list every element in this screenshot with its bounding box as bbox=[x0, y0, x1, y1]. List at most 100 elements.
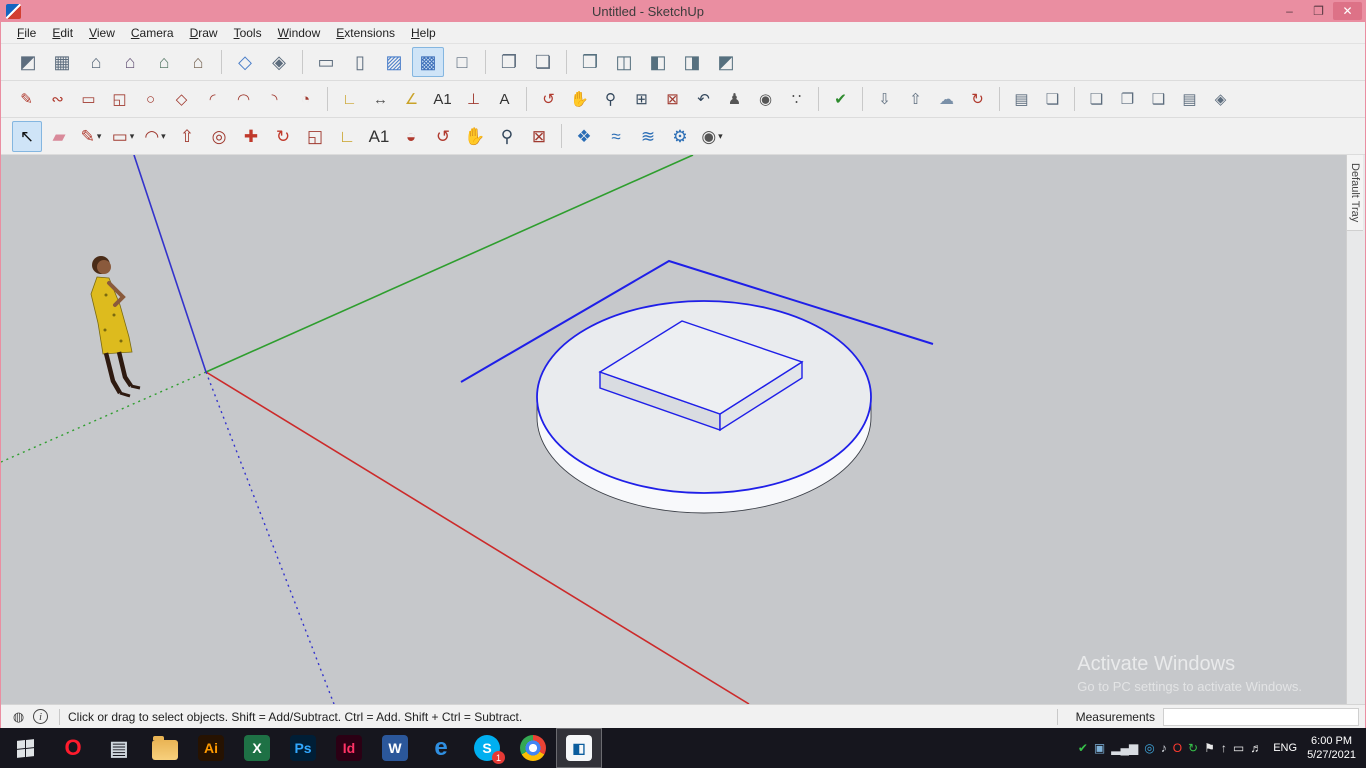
account-avatar-icon[interactable]: ◉▾ bbox=[697, 121, 727, 152]
geolocation-icon[interactable]: ◍ bbox=[10, 708, 27, 725]
line-tool-icon[interactable]: ✎▾ bbox=[76, 121, 106, 152]
styles-panel-icon[interactable]: ❑ bbox=[1144, 85, 1173, 113]
orbit-tool-icon[interactable]: ↺ bbox=[534, 85, 563, 113]
zoom-tool-icon[interactable]: ⚲ bbox=[596, 85, 625, 113]
menu-file[interactable]: File bbox=[9, 23, 44, 43]
view-iso-icon[interactable]: ◩ bbox=[12, 47, 44, 77]
titlebar[interactable]: Untitled - SketchUp – ❐ ✕ bbox=[1, 0, 1365, 22]
extension-manager-icon[interactable]: ⚙ bbox=[665, 121, 695, 152]
circle-tool-icon[interactable]: ○ bbox=[136, 85, 165, 113]
menu-help[interactable]: Help bbox=[403, 23, 444, 43]
menu-draw[interactable]: Draw bbox=[182, 23, 226, 43]
taskbar-excel[interactable]: X bbox=[234, 728, 280, 768]
zoom-extents-tool-icon[interactable]: ⊠ bbox=[524, 121, 554, 152]
3d-viewport[interactable]: Activate Windows Go to PC settings to ac… bbox=[1, 155, 1346, 704]
rotate-tool-icon[interactable]: ↻ bbox=[268, 121, 298, 152]
menu-camera[interactable]: Camera bbox=[123, 23, 182, 43]
info-icon[interactable]: i bbox=[33, 709, 48, 724]
menu-edit[interactable]: Edit bbox=[44, 23, 81, 43]
protractor-tool-icon[interactable]: ∠ bbox=[397, 85, 426, 113]
model-checkup-icon[interactable]: ✔ bbox=[826, 85, 855, 113]
polygon-tool-icon[interactable]: ◇ bbox=[167, 85, 196, 113]
solid-intersect-icon[interactable]: ◫ bbox=[608, 47, 640, 77]
push-pull-tool-icon[interactable]: ⇧ bbox=[172, 121, 202, 152]
layers-panel-icon[interactable]: ▤ bbox=[1175, 85, 1204, 113]
rotated-rectangle-tool-icon[interactable]: ◱ bbox=[105, 85, 134, 113]
measurements-input[interactable] bbox=[1163, 708, 1359, 726]
face-style-shaded-textures-icon[interactable]: ▩ bbox=[412, 47, 444, 77]
soften-edges-icon[interactable]: ≈ bbox=[601, 121, 631, 152]
zoom-extents-tool-icon[interactable]: ⊠ bbox=[658, 85, 687, 113]
tray-volume-icon[interactable]: ♬ bbox=[1250, 742, 1262, 754]
solid-union-icon[interactable]: ◧ bbox=[642, 47, 674, 77]
line-tool-icon[interactable]: ✎ bbox=[12, 85, 41, 113]
taskbar-office-app[interactable]: ▤ bbox=[96, 728, 142, 768]
view-front-icon[interactable]: ⌂ bbox=[80, 47, 112, 77]
zoom-window-tool-icon[interactable]: ⊞ bbox=[627, 85, 656, 113]
view-back-icon[interactable]: ⌂ bbox=[148, 47, 180, 77]
default-tray-tab[interactable]: Default Tray bbox=[1347, 155, 1363, 231]
components-panel-icon[interactable]: ❐ bbox=[1113, 85, 1142, 113]
taskbar-edge[interactable]: e bbox=[418, 728, 464, 768]
tray-audio-icon[interactable]: ♪ bbox=[1161, 742, 1167, 754]
select-tool-icon[interactable]: ↖ bbox=[12, 121, 42, 152]
face-style-back-edges-icon[interactable]: ◈ bbox=[263, 47, 295, 77]
minimize-button[interactable]: – bbox=[1275, 2, 1304, 20]
taskbar-illustrator[interactable]: Ai bbox=[188, 728, 234, 768]
taskbar-indesign[interactable]: Id bbox=[326, 728, 372, 768]
dimension-tool-icon[interactable]: ↔ bbox=[366, 85, 395, 113]
tray-signal-icon[interactable]: ▂▄▆ bbox=[1111, 742, 1138, 754]
smooth-edges-icon[interactable]: ≋ bbox=[633, 121, 663, 152]
3d-warehouse-icon[interactable]: ⇩ bbox=[870, 85, 899, 113]
dropdown-arrow-icon[interactable]: ▾ bbox=[161, 131, 166, 142]
eraser-tool-icon[interactable]: ▰ bbox=[44, 121, 74, 152]
taskbar-file-explorer[interactable] bbox=[142, 728, 188, 768]
materials-panel-icon[interactable]: ❏ bbox=[1082, 85, 1111, 113]
tray-sync-icon[interactable]: ↻ bbox=[1188, 742, 1198, 754]
section-cuts-toggle-icon[interactable]: ❏ bbox=[527, 47, 559, 77]
scale-figure-person[interactable] bbox=[91, 256, 140, 396]
tray-opera-icon[interactable]: O bbox=[1173, 742, 1182, 754]
zoom-previous-tool-icon[interactable]: ↶ bbox=[689, 85, 718, 113]
tray-usb-icon[interactable]: ↑ bbox=[1221, 742, 1227, 754]
rectangle-tool-icon[interactable]: ▭ bbox=[74, 85, 103, 113]
tray-flag-icon[interactable]: ⚑ bbox=[1204, 742, 1215, 754]
arc-tool-icon[interactable]: ◜ bbox=[198, 85, 227, 113]
share-model-icon[interactable]: ⇧ bbox=[901, 85, 930, 113]
restore-button[interactable]: ❐ bbox=[1304, 2, 1333, 20]
dropdown-arrow-icon[interactable]: ▾ bbox=[718, 131, 723, 142]
two-point-arc-tool-icon[interactable]: ◠ bbox=[229, 85, 258, 113]
three-point-arc-tool-icon[interactable]: ◝ bbox=[260, 85, 289, 113]
text-tool-icon[interactable]: A1 bbox=[364, 121, 394, 152]
extension-warehouse-icon[interactable]: ↻ bbox=[963, 85, 992, 113]
face-style-hidden-line-icon[interactable]: ▯ bbox=[344, 47, 376, 77]
pan-tool-icon[interactable]: ✋ bbox=[460, 121, 490, 152]
dropdown-arrow-icon[interactable]: ▾ bbox=[130, 131, 135, 142]
scale-tool-icon[interactable]: ◱ bbox=[300, 121, 330, 152]
view-left-icon[interactable]: ⌂ bbox=[182, 47, 214, 77]
solid-trim-icon[interactable]: ◩ bbox=[710, 47, 742, 77]
face-style-wireframe-icon[interactable]: ▭ bbox=[310, 47, 342, 77]
look-around-tool-icon[interactable]: ◉ bbox=[751, 85, 780, 113]
tray-antivirus-icon[interactable]: ✔ bbox=[1078, 742, 1088, 754]
taskbar-word[interactable]: W bbox=[372, 728, 418, 768]
lock-panel-icon[interactable]: ◈ bbox=[1206, 85, 1235, 113]
menu-view[interactable]: View bbox=[81, 23, 123, 43]
3d-text-tool-icon[interactable]: A bbox=[490, 85, 519, 113]
close-button[interactable]: ✕ bbox=[1333, 2, 1362, 20]
taskbar-skype[interactable]: S1 bbox=[464, 728, 510, 768]
face-style-shaded-icon[interactable]: ▨ bbox=[378, 47, 410, 77]
match-photo-icon[interactable]: ▤ bbox=[1007, 85, 1036, 113]
view-top-icon[interactable]: ▦ bbox=[46, 47, 78, 77]
text-tool-icon[interactable]: A1 bbox=[428, 85, 457, 113]
zoom-tool-icon[interactable]: ⚲ bbox=[492, 121, 522, 152]
classifier-icon[interactable]: ❖ bbox=[569, 121, 599, 152]
menu-extensions[interactable]: Extensions bbox=[328, 23, 403, 43]
taskbar-chrome[interactable] bbox=[510, 728, 556, 768]
tray-network-icon[interactable]: ▭ bbox=[1233, 742, 1244, 754]
face-style-xray-icon[interactable]: ◇ bbox=[229, 47, 261, 77]
paint-bucket-tool-icon[interactable]: ◒ bbox=[396, 121, 426, 152]
taskbar-photoshop[interactable]: Ps bbox=[280, 728, 326, 768]
tray-dell-icon[interactable]: ◎ bbox=[1144, 742, 1154, 754]
photo-texture-icon[interactable]: ❏ bbox=[1038, 85, 1067, 113]
